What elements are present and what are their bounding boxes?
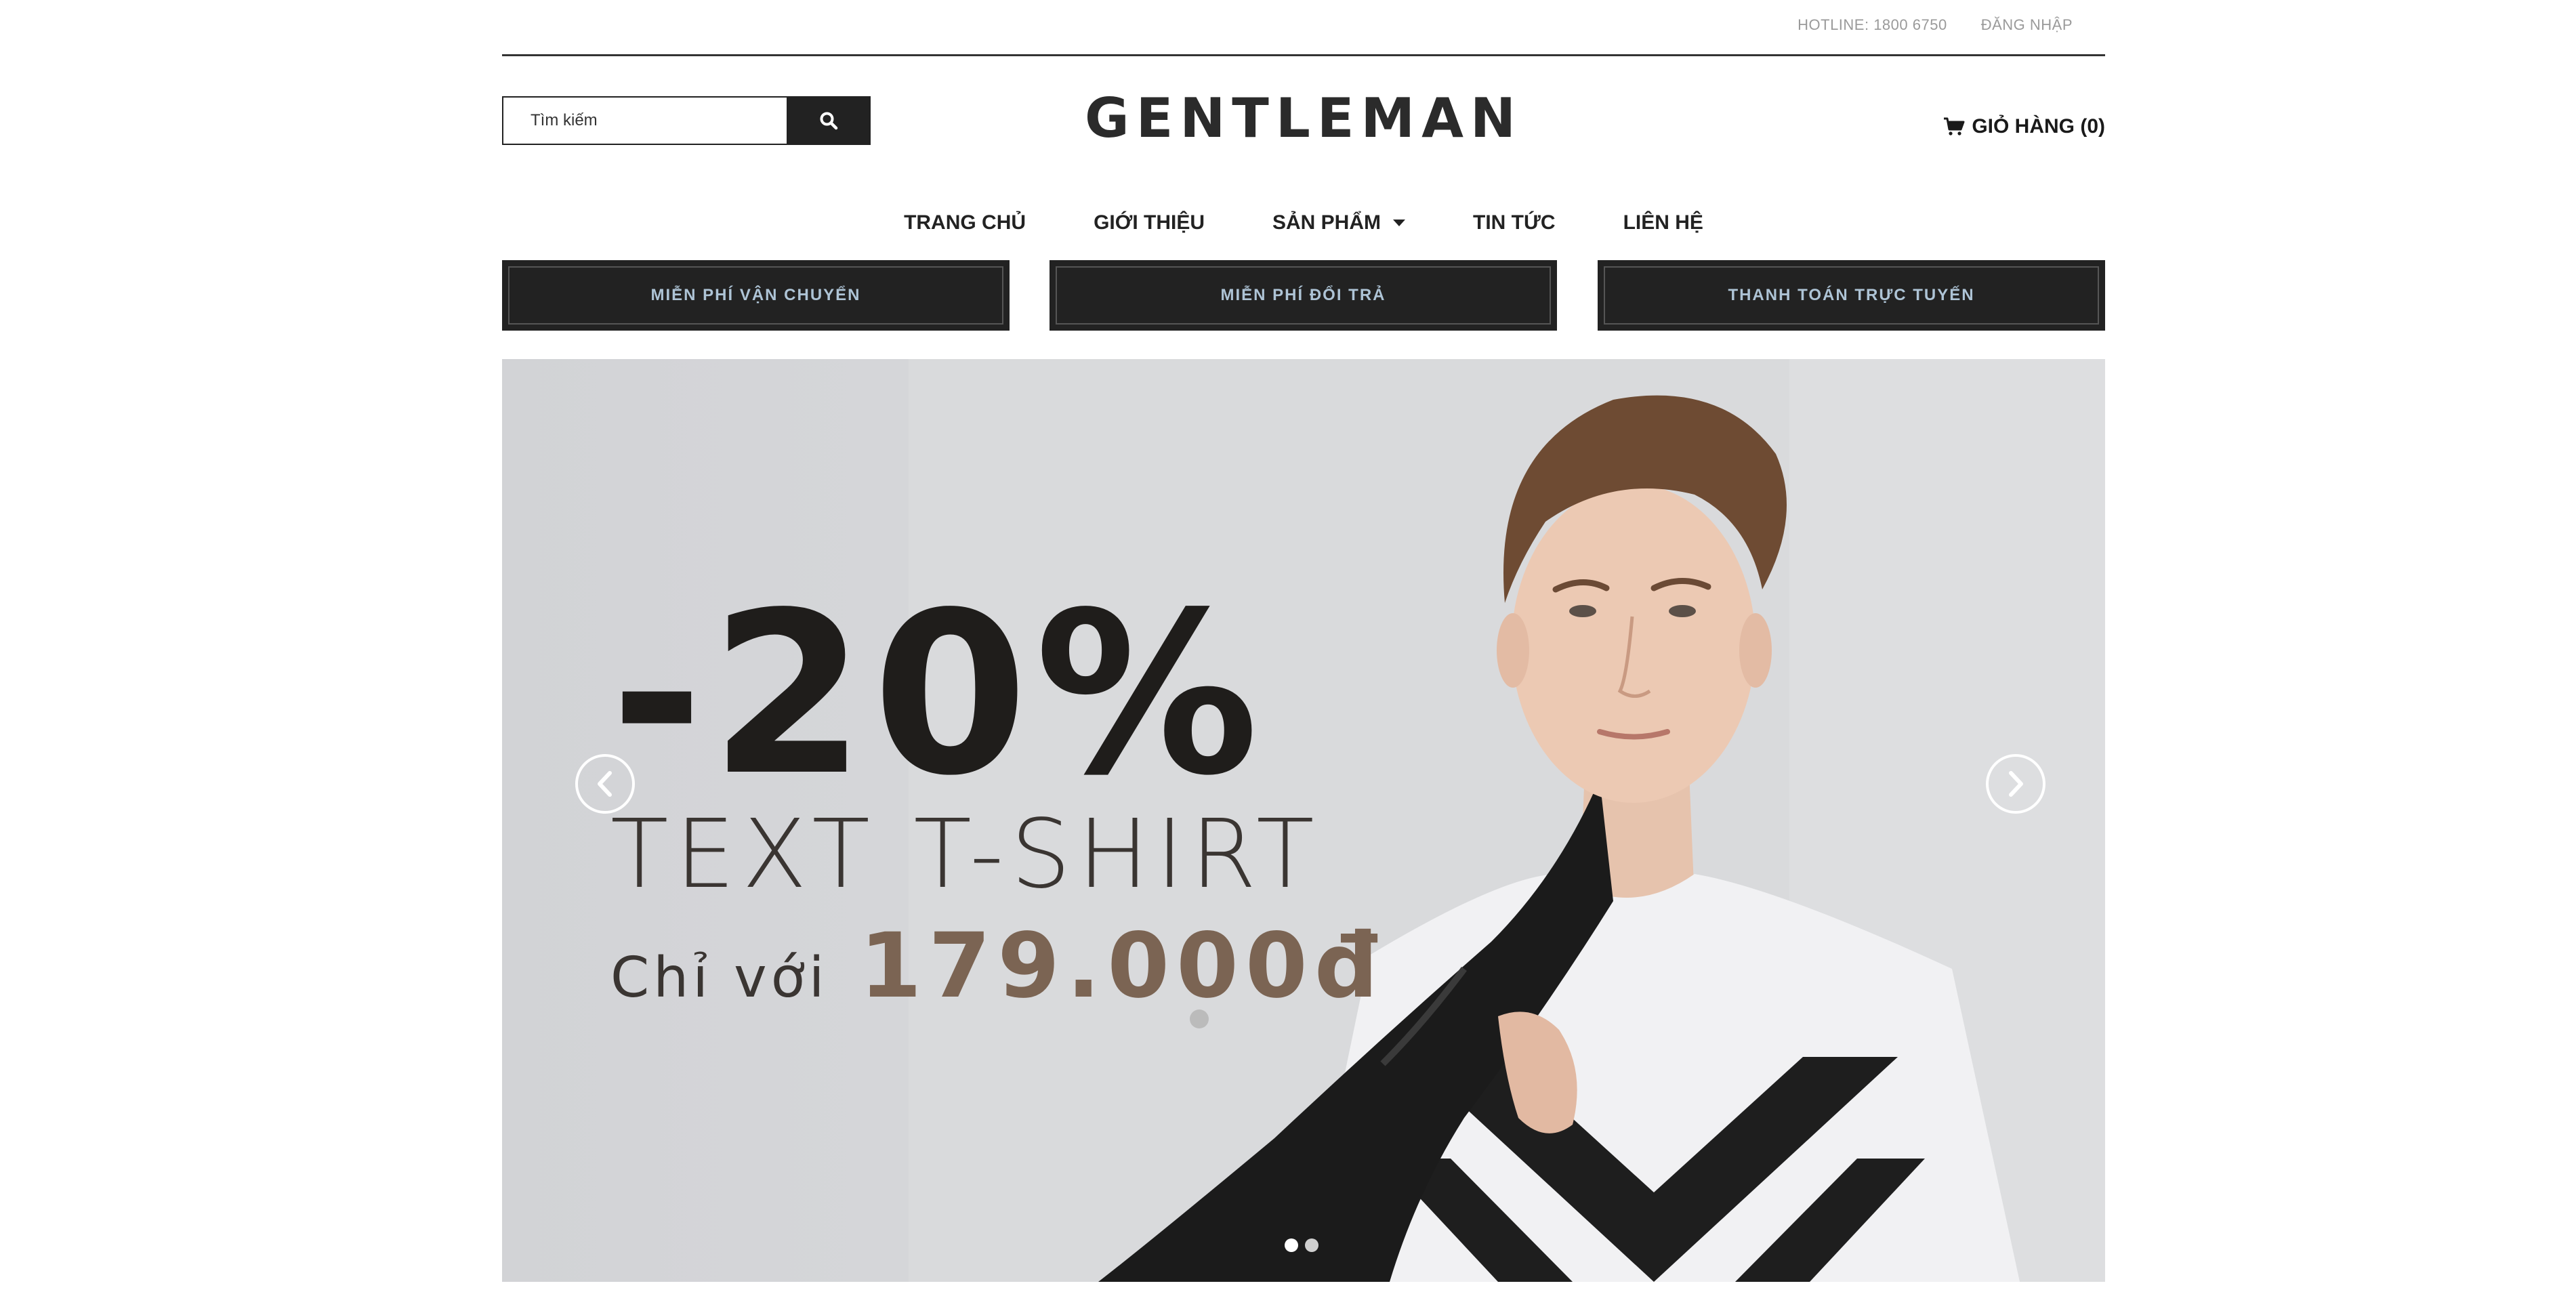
feature-label: THANH TOÁN TRỰC TUYẾN (1604, 266, 2099, 325)
feature-label: MIỄN PHÍ ĐỔI TRẢ (1056, 266, 1551, 325)
promo-text: -20% TEXT T-SHIRT Chỉ với 179.000đ (610, 583, 1385, 1018)
nav-item-contact[interactable]: LIÊN HỆ (1623, 211, 1703, 234)
nav-item-label: GIỚI THIỆU (1094, 211, 1205, 234)
promo-price-line: Chỉ với 179.000đ (610, 914, 1385, 1018)
feature-online-payment[interactable]: THANH TOÁN TRỰC TUYẾN (1598, 260, 2105, 331)
top-bar: HOTLINE: 1800 6750 ĐĂNG NHẬP (502, 0, 2105, 56)
feature-free-returns[interactable]: MIỄN PHÍ ĐỔI TRẢ (1050, 260, 1557, 331)
nav-item-label: TRANG CHỦ (904, 211, 1026, 234)
nav-item-news[interactable]: TIN TỨC (1473, 211, 1556, 234)
cart-label: GIỎ HÀNG (0) (1972, 115, 2105, 138)
page: HOTLINE: 1800 6750 ĐĂNG NHẬP GENTLEMAN G… (502, 0, 2105, 1313)
feature-free-shipping[interactable]: MIỄN PHÍ VẬN CHUYỂN (502, 260, 1010, 331)
nav-item-about[interactable]: GIỚI THIỆU (1094, 211, 1205, 234)
slider-prev-button[interactable] (575, 754, 635, 814)
promo-product: TEXT T-SHIRT (610, 799, 1321, 910)
cart-icon (1944, 117, 1965, 136)
slider-dot-1[interactable] (1285, 1238, 1298, 1252)
nav-item-label: SẢN PHẨM (1272, 211, 1382, 234)
site-logo[interactable]: GENTLEMAN (502, 87, 2105, 150)
nav-item-products[interactable]: SẢN PHẨM (1272, 211, 1406, 234)
slider-dot-2[interactable] (1305, 1238, 1318, 1252)
nav-item-label: TIN TỨC (1473, 211, 1556, 234)
nav-item-label: LIÊN HỆ (1623, 211, 1703, 234)
chevron-left-icon (598, 771, 612, 797)
slider-next-button[interactable] (1986, 754, 2045, 814)
slider-dots (1285, 1238, 1318, 1252)
top-links: HOTLINE: 1800 6750 ĐĂNG NHẬP (1798, 16, 2073, 34)
cart-link[interactable]: GIỎ HÀNG (0) (1943, 115, 2105, 138)
hotline-text: HOTLINE: 1800 6750 (1798, 16, 1947, 33)
nav-item-home[interactable]: TRANG CHỦ (904, 211, 1026, 234)
promo-price: 179.000đ (859, 914, 1386, 1018)
chevron-right-icon (2009, 771, 2023, 797)
caret-down-icon (1393, 220, 1406, 226)
login-link[interactable]: ĐĂNG NHẬP (1981, 16, 2073, 34)
main-nav: TRANG CHỦ GIỚI THIỆU SẢN PHẨM TIN TỨC LI… (502, 211, 2105, 234)
promo-discount: -20% (610, 564, 1266, 825)
promo-only: Chỉ với (610, 946, 829, 1010)
hero-slider: -20% TEXT T-SHIRT Chỉ với 179.000đ (502, 359, 2105, 1282)
feature-label: MIỄN PHÍ VẬN CHUYỂN (508, 266, 1003, 325)
